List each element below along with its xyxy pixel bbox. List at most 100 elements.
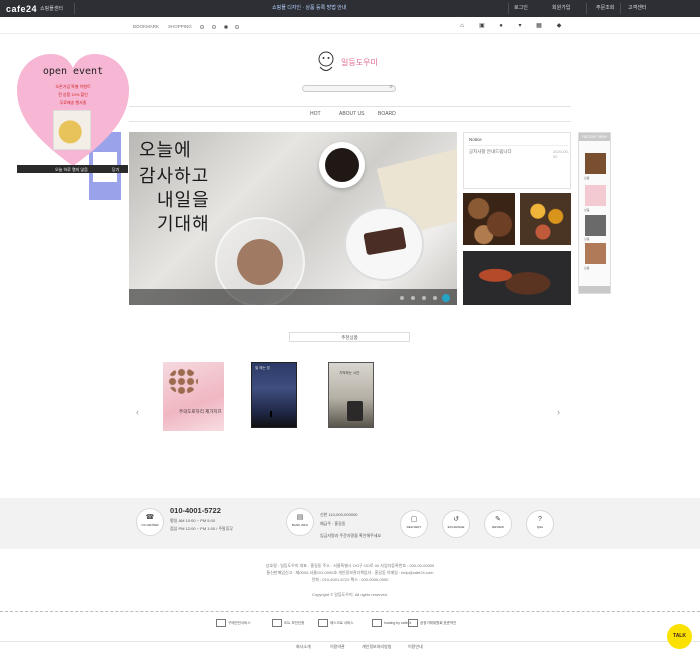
slider-dot[interactable] [433, 296, 437, 300]
recent-view-title: RECENT VIEW [579, 133, 610, 141]
top-notice[interactable]: 쇼핑몰 디자인 · 상품 등록 방법 안내 [272, 4, 346, 11]
nav-item-board[interactable]: BOARD [378, 111, 396, 117]
exchange-button[interactable]: ↺ EXCHANGE [442, 510, 470, 538]
divider [468, 145, 568, 146]
notice-title[interactable]: Notice [469, 137, 482, 142]
delivery-button[interactable]: ▢ DELIVERY [400, 510, 428, 538]
slider-dot[interactable] [411, 296, 415, 300]
cs-link[interactable]: 고객센터 [628, 4, 646, 11]
brand-name: 일등도우미 [341, 58, 378, 67]
popup-close-button[interactable]: 닫기 [112, 167, 119, 173]
popup-text: 오픈기념 특별 이벤트 [55, 84, 91, 89]
footer-link-privacy[interactable]: 개인정보처리방침 [362, 644, 391, 650]
nav-item-about[interactable]: ABOUT US [339, 111, 364, 117]
review-button[interactable]: ✎ REVIEW [484, 510, 512, 538]
bank-holder: 예금주 : 홍길동 [320, 521, 346, 526]
top-bar: cafe24 쇼핑몰센터 쇼핑몰 디자인 · 상품 등록 방법 안내 로그인 회… [0, 0, 700, 17]
footer-link-guide[interactable]: 이용안내 [408, 644, 423, 650]
popup-text: 전 상품 10% 할인 [58, 92, 88, 97]
shield-icon [216, 619, 226, 627]
social-dot[interactable] [224, 25, 228, 29]
social-dot[interactable] [212, 25, 216, 29]
kakao-chat-button[interactable]: TALK [667, 624, 692, 649]
divider [620, 3, 621, 14]
order-link[interactable]: 주문조회 [596, 4, 614, 11]
footer-link-about[interactable]: 회사소개 [296, 644, 311, 650]
login-link[interactable]: 로그인 [514, 4, 528, 11]
social-dot[interactable] [235, 25, 239, 29]
review-icon: ✎ [495, 516, 501, 523]
home-icon[interactable]: ⌂ [459, 23, 465, 29]
qa-button[interactable]: ? Q&A [526, 510, 554, 538]
recent-item-thumb[interactable] [585, 243, 606, 264]
social-dot[interactable] [200, 25, 204, 29]
product-card[interactable]: 주의도로하리 제가지프 [163, 362, 224, 431]
user-icon[interactable]: ● [498, 23, 504, 29]
search-input[interactable]: ⌕ [302, 84, 396, 92]
slider-controls [129, 289, 457, 305]
slider-dot-active[interactable] [442, 294, 450, 302]
slide-caption: 내일을 [157, 190, 210, 211]
recent-item-label: 상품 [584, 208, 590, 212]
cafe24-logo[interactable]: cafe24 [6, 4, 37, 14]
recent-item-thumb[interactable] [585, 153, 606, 174]
cert-item[interactable]: hosting by cafe24 [372, 619, 411, 627]
return-icon: ↺ [453, 516, 459, 523]
chevron-left-icon[interactable]: ‹ [136, 407, 139, 417]
grid-icon[interactable]: ▦ [536, 23, 542, 29]
cart-icon[interactable]: ▾ [517, 23, 523, 29]
banner-coffee-beans[interactable] [463, 251, 571, 305]
ftc-icon [408, 619, 418, 627]
brand-logo[interactable]: 일등도우미 [314, 50, 384, 76]
slide-caption: 감사하고 [139, 166, 210, 187]
shopping-link[interactable]: SHOPPING [168, 24, 192, 29]
event-popup[interactable]: open event 오픈기념 특별 이벤트 전 상품 10% 할인 무료배송 … [17, 54, 129, 168]
recent-item-thumb[interactable] [585, 185, 606, 206]
lock-icon[interactable]: ▣ [479, 23, 485, 29]
cert-item[interactable]: 구매안전서비스 [216, 619, 251, 627]
cs-center-button[interactable]: ☎ CS CENTER [136, 508, 164, 536]
recent-item-thumb[interactable] [585, 215, 606, 236]
product-label: 주의도로하리 제가지프 [179, 409, 222, 414]
popup-text: 무료배송 행사중 [59, 100, 87, 105]
recent-view-bar: RECENT VIEW 상품 상품 상품 상품 [578, 132, 611, 294]
slide-coffee-cup [319, 142, 365, 188]
product-label: 기억하는 시간 [339, 371, 360, 375]
lock-icon [272, 619, 282, 627]
nav-item-hot[interactable]: HOT [310, 111, 321, 117]
bank-account: 신한 110-000-000000 [320, 512, 358, 517]
bag-icon[interactable]: ◆ [556, 23, 562, 29]
notice-row[interactable]: 공지사항 안내드립니다 [469, 149, 512, 155]
product-card[interactable]: 별 헤는 밤 [251, 362, 297, 428]
logo-sub: 쇼핑몰센터 [40, 6, 64, 12]
chevron-right-icon[interactable]: › [557, 407, 560, 417]
cert-item[interactable]: 공정거래위원회 표준약관 [408, 619, 456, 627]
product-card[interactable]: 기억하는 시간 [328, 362, 374, 428]
recent-item-label: 상품 [584, 176, 590, 180]
join-link[interactable]: 회원가입 [552, 4, 570, 11]
footer-link-terms[interactable]: 이용약관 [330, 644, 345, 650]
headset-icon: ☎ [145, 514, 155, 521]
divider [508, 3, 509, 14]
search-icon[interactable]: ⌕ [390, 84, 393, 91]
bank-info-button[interactable]: ▤ BANK INFO [286, 508, 314, 536]
bank-note: 입금자명과 주문자명을 확인해주세요 [320, 533, 382, 538]
close-today-link[interactable]: 오늘 하루 열지 않음 [55, 167, 88, 173]
banner-tarts[interactable] [520, 193, 571, 245]
product-decor [168, 368, 198, 394]
cs-hours: 평일 AM 10:00 ~ PM 5:00 [170, 518, 216, 523]
cert-item[interactable]: 에스크로 서비스 [318, 619, 354, 627]
shop-utility-bar: BOOKMARK SHOPPING ⌂ ▣ ● ▾ ▦ ◆ [0, 20, 700, 34]
divider [586, 3, 587, 14]
cert-item[interactable]: SSL 보안인증 [272, 619, 304, 627]
slide-caption: 오늘에 [139, 140, 192, 161]
slider-dot[interactable] [400, 296, 404, 300]
recent-view-footer[interactable] [579, 286, 610, 293]
section-title: 추천상품 [289, 332, 410, 342]
bookmark-link[interactable]: BOOKMARK [133, 24, 159, 29]
main-slider[interactable]: 오늘에 감사하고 내일을 기대해 [129, 132, 457, 305]
bottom-links: 회사소개 이용약관 개인정보처리방침 이용안내 [0, 641, 700, 651]
popup-close-bar: 오늘 하루 열지 않음 닫기 [17, 165, 128, 173]
slider-dot[interactable] [422, 296, 426, 300]
banner-cookies[interactable] [463, 193, 515, 245]
